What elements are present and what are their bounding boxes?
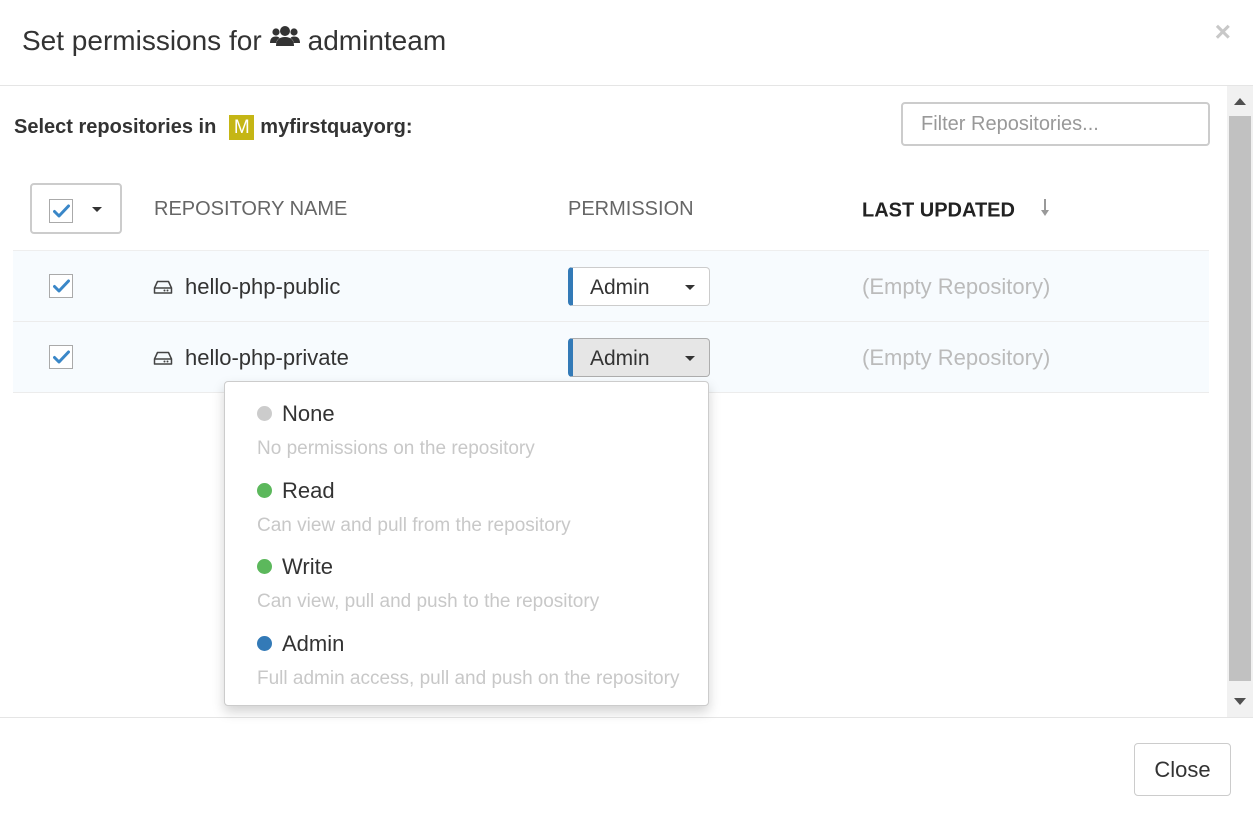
status-dot-icon <box>257 406 272 421</box>
option-name: None <box>282 401 335 426</box>
last-updated-value: (Empty Repository) <box>862 345 1051 370</box>
permission-dropdown-button[interactable]: Admin <box>568 267 710 306</box>
permission-dropdown-button[interactable]: Admin <box>568 338 710 377</box>
check-icon <box>53 204 70 218</box>
column-header-permission[interactable]: PERMISSION <box>568 198 694 221</box>
option-description: Full admin access, pull and push on the … <box>257 668 680 689</box>
last-updated-label: LAST UPDATED <box>862 199 1015 222</box>
column-header-last-updated[interactable]: LAST UPDATED <box>862 198 1051 224</box>
column-header-repository-name[interactable]: REPOSITORY NAME <box>154 198 347 221</box>
modal-title: Set permissions for adminteam <box>22 24 446 57</box>
select-label-text: Select repositories in <box>14 116 217 138</box>
modal-footer: Close <box>0 717 1253 815</box>
sort-down-arrow-icon <box>1039 198 1051 224</box>
chevron-down-icon <box>685 356 695 361</box>
repository-name[interactable]: hello-php-public <box>185 274 340 300</box>
status-dot-icon <box>257 636 272 651</box>
hdd-icon <box>153 279 173 300</box>
close-icon[interactable]: × <box>1215 18 1231 46</box>
option-name: Read <box>282 478 335 503</box>
users-icon <box>269 24 300 57</box>
filter-repositories-input[interactable] <box>901 102 1210 146</box>
check-icon <box>53 350 70 364</box>
permission-value: Admin <box>590 347 650 370</box>
option-description: No permissions on the repository <box>257 438 535 459</box>
org-name: myfirstquayorg: <box>260 116 413 138</box>
table-row: hello-php-public Admin (Empty Repository… <box>13 251 1209 322</box>
check-icon <box>53 279 70 293</box>
bulk-select-dropdown[interactable] <box>30 183 122 234</box>
chevron-down-icon <box>92 207 102 212</box>
chevron-down-icon <box>685 285 695 290</box>
row-checkbox[interactable] <box>49 345 73 369</box>
close-button[interactable]: Close <box>1134 743 1231 796</box>
select-repositories-label: Select repositories in M myfirstquayorg: <box>14 115 413 140</box>
repository-name[interactable]: hello-php-private <box>185 345 349 371</box>
permission-value: Admin <box>590 276 650 299</box>
permission-dropdown-menu: None No permissions on the repository Re… <box>224 381 709 706</box>
scroll-thumb[interactable] <box>1229 116 1251 681</box>
status-dot-icon <box>257 559 272 574</box>
option-description: Can view and pull from the repository <box>257 515 571 536</box>
title-prefix: Set permissions for <box>22 24 262 56</box>
last-updated-value: (Empty Repository) <box>862 274 1051 299</box>
status-dot-icon <box>257 483 272 498</box>
option-description: Can view, pull and push to the repositor… <box>257 591 600 612</box>
option-name: Write <box>282 554 333 579</box>
modal-header: Set permissions for adminteam × <box>0 0 1253 86</box>
org-avatar: M <box>229 115 255 140</box>
hdd-icon <box>153 350 173 371</box>
option-name: Admin <box>282 631 345 656</box>
select-all-checkbox[interactable] <box>49 199 73 223</box>
vertical-scrollbar[interactable] <box>1227 86 1253 717</box>
scroll-down-arrow-icon[interactable] <box>1234 698 1246 705</box>
scroll-up-arrow-icon[interactable] <box>1234 98 1246 105</box>
team-name: adminteam <box>307 24 447 56</box>
row-checkbox[interactable] <box>49 274 73 298</box>
